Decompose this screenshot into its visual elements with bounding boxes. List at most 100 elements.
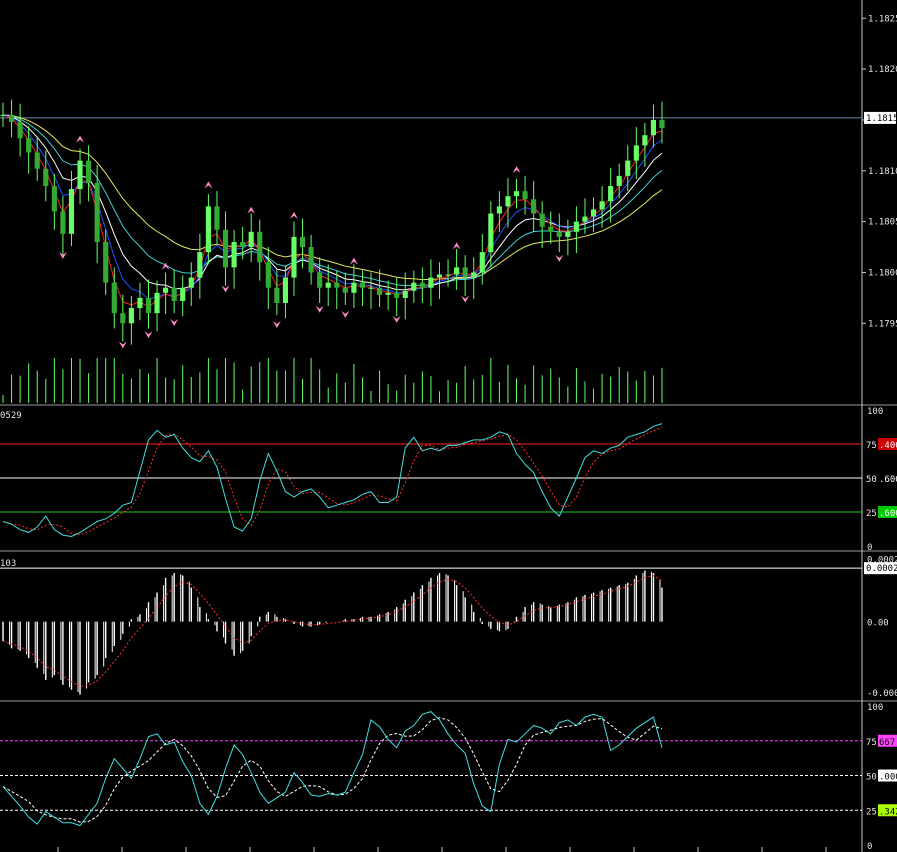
- candle: [633, 127, 639, 179]
- fractal-up-arrow: [452, 242, 461, 250]
- candle-body: [565, 231, 571, 237]
- candle: [642, 122, 648, 167]
- candle-body: [522, 191, 528, 200]
- price-tick-label: 1.1825: [868, 14, 897, 24]
- candle-body: [257, 231, 263, 263]
- candle-body: [633, 145, 639, 161]
- candle-body: [222, 229, 229, 268]
- candle: [222, 211, 229, 286]
- rsi-signal-line: [2, 717, 663, 823]
- ma-cyan-line: [2, 114, 663, 287]
- candle: [180, 275, 186, 317]
- candle-body: [531, 199, 537, 214]
- candle: [428, 259, 434, 307]
- rsi-level-label: 25: [866, 807, 877, 817]
- candle-body: [214, 206, 220, 230]
- candle: [411, 270, 417, 303]
- candle: [359, 270, 366, 307]
- candle: [479, 233, 485, 285]
- candle-body: [539, 213, 545, 227]
- candle-body: [556, 231, 562, 237]
- candle: [154, 280, 160, 332]
- stoch-main-line: [2, 423, 663, 538]
- candle: [445, 259, 451, 287]
- ma-yellow-line: [2, 114, 663, 281]
- candle-body: [590, 209, 597, 217]
- macd-tick-label: 0.00024: [867, 555, 897, 565]
- candle-body: [573, 221, 579, 232]
- candle: [454, 249, 460, 290]
- rsi-level-label: 50: [866, 773, 877, 783]
- candle-body: [599, 201, 605, 210]
- candle: [145, 279, 152, 329]
- candle: [548, 211, 554, 245]
- candle-body: [103, 241, 109, 283]
- macd-top-tag: 0.0002: [866, 564, 897, 574]
- rsi-level-tag: .342: [879, 807, 897, 817]
- candle-body: [265, 262, 271, 288]
- stoch-panel-label: 0529: [0, 411, 22, 421]
- fractal-up-arrow: [349, 257, 358, 265]
- candle: [402, 272, 408, 320]
- trading-chart: 1.1825 1.1820 1.1810 1.1805 1.1800 1.1795 1.18…: [0, 0, 897, 852]
- candle: [462, 255, 468, 296]
- candle-body: [77, 160, 83, 190]
- candle: [68, 170, 75, 247]
- candle: [565, 219, 571, 256]
- candle: [17, 103, 23, 157]
- candle-body: [394, 292, 400, 298]
- candle-body: [282, 277, 288, 303]
- candle-body: [505, 196, 511, 207]
- candle-body: [650, 119, 657, 136]
- candle: [539, 201, 545, 249]
- stoch-tick-label: 100: [867, 407, 883, 417]
- fractal-up-arrow: [247, 206, 256, 214]
- candle: [573, 206, 579, 254]
- candle: [197, 233, 203, 299]
- fractal-down-arrow: [221, 285, 230, 293]
- stoch-signal-line: [2, 426, 663, 536]
- candle: [257, 219, 263, 281]
- candle-body: [471, 272, 477, 278]
- candle-body: [642, 135, 648, 146]
- candle-body: [496, 206, 502, 214]
- fractal-up-arrow: [512, 166, 521, 174]
- candle: [205, 194, 211, 265]
- candle-body: [180, 287, 186, 301]
- ma-white-line: [2, 114, 663, 291]
- candle-body: [582, 216, 588, 222]
- fractal-down-arrow: [341, 310, 350, 318]
- candle-body: [291, 236, 297, 278]
- candle-body: [188, 277, 194, 288]
- macd-signal-line: [2, 575, 663, 688]
- candle: [128, 295, 134, 345]
- candle: [488, 201, 494, 268]
- candle-body: [26, 138, 32, 153]
- candle: [137, 282, 143, 321]
- candle: [60, 196, 66, 256]
- candle-body: [0, 114, 6, 116]
- candle-body: [334, 282, 340, 288]
- macd-tick-label: 0.00: [867, 619, 889, 629]
- fractal-down-arrow: [392, 315, 401, 323]
- rsi-tick-label: 0: [867, 842, 872, 852]
- macd-tick-label: -0.0003: [867, 689, 897, 699]
- candle: [94, 164, 100, 264]
- candle: [291, 221, 297, 296]
- candle: [659, 101, 665, 144]
- candle: [342, 272, 348, 306]
- price-tick-label: 1.1800: [868, 268, 897, 278]
- rsi-level-tag: 667: [879, 738, 895, 748]
- stoch-level-tag: .600: [879, 509, 897, 519]
- candle-body: [513, 191, 520, 197]
- candle: [308, 234, 314, 285]
- stoch-level-label: 50: [866, 475, 877, 485]
- fractal-down-arrow: [144, 331, 153, 339]
- candle-body: [436, 274, 443, 278]
- candle-body: [616, 175, 622, 187]
- price-tick-label: 1.1810: [868, 167, 897, 177]
- fractal-down-arrow: [315, 305, 324, 313]
- candle-body: [368, 287, 374, 289]
- candle-body: [325, 282, 331, 288]
- candle-body: [128, 308, 134, 324]
